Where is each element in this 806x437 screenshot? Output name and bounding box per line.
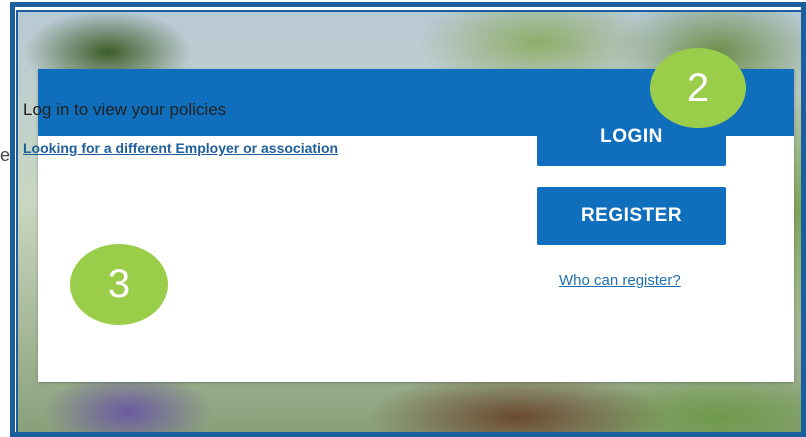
register-button[interactable]: REGISTER (537, 187, 726, 245)
different-employer-link[interactable]: Looking for a different Employer or asso… (23, 140, 338, 156)
login-prompt-text: Log in to view your policies (23, 100, 227, 119)
annotation-badge-2: 2 (650, 48, 746, 128)
annotation-badge-3: 3 (70, 244, 168, 325)
side-mark-text: e (0, 145, 11, 165)
who-can-register-link[interactable]: Who can register? (559, 272, 681, 289)
